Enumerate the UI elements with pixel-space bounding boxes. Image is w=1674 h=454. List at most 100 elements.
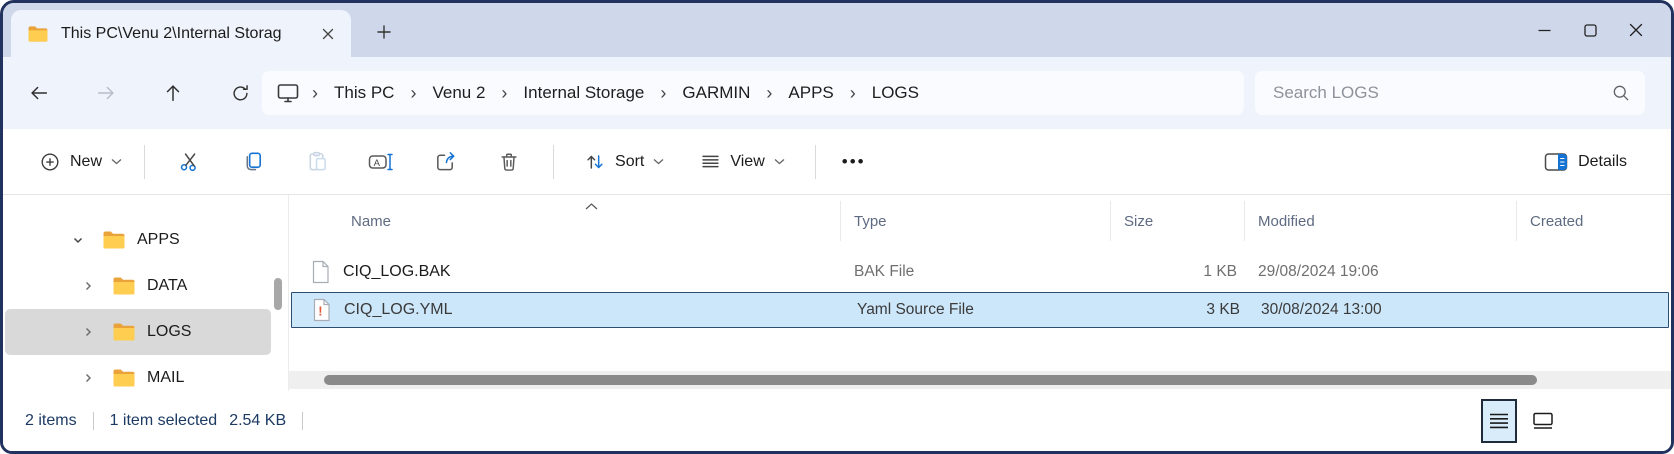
close-button[interactable] (1613, 3, 1659, 57)
breadcrumb-garmin[interactable]: GARMIN (672, 79, 760, 107)
breadcrumb-venu-2[interactable]: Venu 2 (422, 79, 495, 107)
selection-size: 2.54 KB (229, 412, 286, 430)
new-tab-button[interactable] (369, 19, 399, 45)
file-size: 3 KB (1114, 301, 1248, 319)
forward-button[interactable] (92, 79, 120, 107)
column-header-created[interactable]: Created (1517, 201, 1671, 241)
chevron-right-icon[interactable] (77, 372, 99, 384)
breadcrumb-separator: › (760, 83, 778, 104)
column-header-type[interactable]: Type (841, 201, 1111, 241)
search-input[interactable] (1273, 83, 1611, 103)
delete-button[interactable] (487, 142, 531, 182)
file-row-ciq-log-bak[interactable]: CIQ_LOG.BAK BAK File 1 KB 29/08/2024 19:… (289, 253, 1671, 290)
cut-button[interactable] (167, 142, 211, 182)
share-button[interactable] (423, 142, 467, 182)
sidebar-item-label: APPS (137, 231, 180, 249)
folder-icon (102, 230, 126, 250)
titlebar: This PC\Venu 2\Internal Storag (3, 3, 1671, 57)
sidebar-item-apps[interactable]: APPS (5, 217, 271, 263)
column-header-name[interactable]: Name (289, 201, 841, 241)
file-icon (311, 260, 330, 284)
file-modified: 30/08/2024 13:00 (1248, 301, 1520, 319)
tab-title: This PC\Venu 2\Internal Storag (61, 25, 307, 43)
tab-close-icon[interactable] (315, 21, 341, 47)
svg-text:!: ! (318, 304, 322, 319)
navigation-bar: › This PC › Venu 2 › Internal Storage › … (3, 57, 1671, 129)
new-button[interactable]: New (29, 143, 132, 181)
items-count: 2 items (25, 412, 77, 430)
content-area: APPS DATA LOGS (3, 195, 1671, 391)
this-pc-icon (276, 81, 300, 105)
file-modified: 29/08/2024 19:06 (1245, 263, 1517, 281)
column-header-modified[interactable]: Modified (1245, 201, 1517, 241)
breadcrumb-separator: › (844, 83, 862, 104)
chevron-right-icon[interactable] (77, 280, 99, 292)
details-pane-button[interactable]: Details (1534, 144, 1637, 180)
sort-icon (584, 151, 606, 173)
file-name: CIQ_LOG.YML (344, 301, 452, 319)
horizontal-scrollbar-thumb[interactable] (324, 375, 1537, 385)
details-view-toggle[interactable] (1481, 399, 1517, 443)
chevron-right-icon[interactable] (77, 326, 99, 338)
rename-button[interactable]: A (359, 142, 403, 182)
up-button[interactable] (159, 79, 187, 107)
selection-count: 1 item selected (110, 412, 218, 430)
toolbar-divider (553, 145, 554, 179)
column-header-size[interactable]: Size (1111, 201, 1245, 241)
status-divider (93, 412, 94, 430)
sidebar-item-label: MAIL (147, 369, 184, 387)
sort-button[interactable]: Sort (574, 143, 674, 181)
file-type: Yaml Source File (844, 301, 1114, 319)
paste-button[interactable] (295, 142, 339, 182)
svg-text:A: A (374, 157, 381, 168)
breadcrumb-logs[interactable]: LOGS (862, 79, 929, 107)
status-divider (302, 412, 303, 430)
folder-icon (112, 276, 136, 296)
back-button[interactable] (25, 79, 53, 107)
toolbar-divider (144, 145, 145, 179)
address-bar[interactable]: › This PC › Venu 2 › Internal Storage › … (262, 71, 1244, 115)
sidebar-scrollbar[interactable] (274, 278, 282, 310)
horizontal-scrollbar[interactable] (289, 371, 1671, 389)
new-button-label: New (70, 153, 102, 171)
file-explorer-window: This PC\Venu 2\Internal Storag (0, 0, 1674, 454)
file-list: Name Type Size Modified Created CIQ_LOG.… (288, 195, 1671, 391)
toolbar-divider (815, 145, 816, 179)
file-size: 1 KB (1111, 263, 1245, 281)
chevron-down-icon (653, 158, 664, 165)
file-type: BAK File (841, 263, 1111, 281)
maximize-button[interactable] (1567, 3, 1613, 57)
file-row-ciq-log-yml[interactable]: ! CIQ_LOG.YML Yaml Source File 3 KB 30/0… (291, 292, 1669, 328)
folder-icon (27, 25, 49, 43)
view-button-label: View (730, 153, 764, 171)
chevron-down-icon (111, 158, 122, 165)
view-button[interactable]: View (690, 143, 794, 180)
search-box[interactable] (1255, 71, 1645, 115)
file-name: CIQ_LOG.BAK (343, 263, 451, 281)
breadcrumb-separator: › (495, 83, 513, 104)
breadcrumb-internal-storage[interactable]: Internal Storage (513, 79, 654, 107)
folder-icon (112, 322, 136, 342)
copy-button[interactable] (231, 142, 275, 182)
breadcrumb-separator: › (306, 83, 324, 104)
sidebar-item-data[interactable]: DATA (5, 263, 271, 309)
minimize-button[interactable] (1521, 3, 1567, 57)
details-pane-icon (1544, 152, 1568, 172)
breadcrumb-separator: › (654, 83, 672, 104)
list-header: Name Type Size Modified Created (289, 201, 1671, 241)
status-bar: 2 items 1 item selected 2.54 KB (3, 391, 1671, 451)
details-view-icon (1488, 412, 1510, 430)
more-options-button[interactable]: ••• (828, 144, 880, 180)
refresh-button[interactable] (226, 79, 254, 107)
breadcrumb-this-pc[interactable]: This PC (324, 79, 404, 107)
sidebar-item-label: LOGS (147, 323, 191, 341)
chevron-down-icon[interactable] (67, 234, 89, 246)
breadcrumb-apps[interactable]: APPS (778, 79, 843, 107)
thumbnail-view-toggle[interactable] (1525, 399, 1561, 443)
sidebar-item-logs[interactable]: LOGS (5, 309, 271, 355)
thumbnail-view-icon (1532, 412, 1554, 430)
sidebar-item-mail[interactable]: MAIL (5, 355, 271, 391)
folder-icon (112, 368, 136, 388)
search-icon[interactable] (1611, 83, 1631, 103)
explorer-tab[interactable]: This PC\Venu 2\Internal Storag (11, 10, 351, 57)
